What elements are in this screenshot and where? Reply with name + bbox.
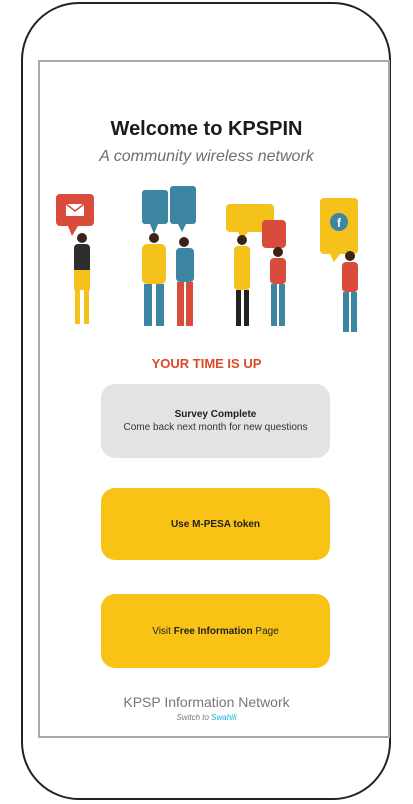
info-bold: Free Information [173,625,253,637]
person-4-with-facebook: f [320,198,358,332]
swahili-link[interactable]: Swahili [211,713,236,722]
mpesa-token-button[interactable]: Use M-PESA token [101,488,330,560]
info-suffix: Page [252,625,279,637]
page-title: Welcome to KPSPIN [110,118,303,140]
survey-text: Come back next month for new questions [123,422,308,433]
switch-prefix: Switch to [176,713,212,722]
survey-title: Survey Complete [174,409,257,420]
community-illustration: f [56,186,358,332]
people-3-with-bubbles [226,204,286,326]
people-2-with-bubbles [142,186,196,326]
footer-title: KPSP Information Network [123,694,290,710]
time-up-message: YOUR TIME IS UP [151,356,262,371]
language-switch: Switch to Swahili [0,713,413,722]
survey-complete-card: Survey Complete Come back next month for… [101,384,330,458]
free-information-button[interactable]: Visit Free Information Page [101,594,330,668]
page-subtitle: A community wireless network [99,148,314,165]
info-prefix: Visit [152,625,174,637]
free-information-label: Visit Free Information Page [152,626,279,637]
person-1-with-envelope [56,194,94,324]
